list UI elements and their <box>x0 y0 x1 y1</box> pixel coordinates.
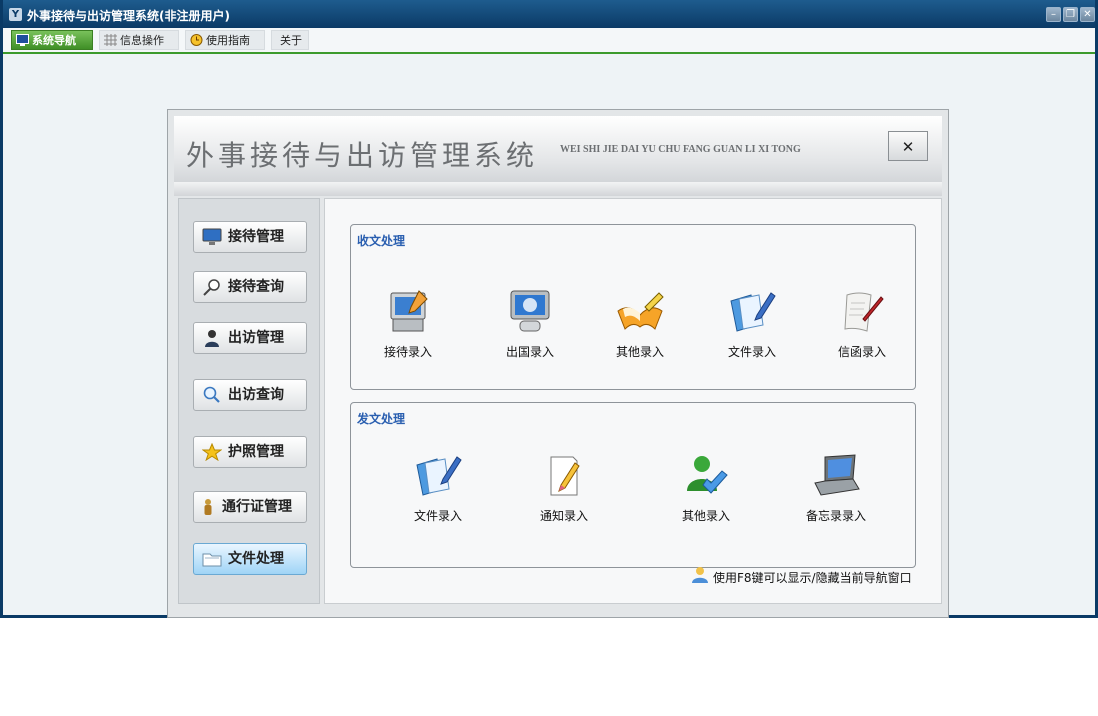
sidebar-item-visit-mgmt[interactable]: 出访管理 <box>193 322 307 354</box>
restore-button[interactable]: ❐ <box>1063 7 1078 22</box>
monitor-icon <box>16 34 29 46</box>
incoming-letter-entry[interactable]: 信函录入 <box>817 287 907 360</box>
computer-edit-icon <box>390 290 428 332</box>
dialog-header: 外事接待与出访管理系统 WEI SHI JIE DAI YU CHU FANG … <box>174 116 942 182</box>
outgoing-memo-entry[interactable]: 备忘录录入 <box>791 451 881 524</box>
tab-label: 使用指南 <box>206 34 250 47</box>
item-label: 文件录入 <box>413 509 462 523</box>
tab-system-nav[interactable]: 系统导航 <box>11 30 93 50</box>
sidebar-item-label: 通行证管理 <box>222 499 292 515</box>
laptop-icon <box>814 454 860 496</box>
close-window-button[interactable]: ✕ <box>1080 7 1095 22</box>
dialog-close-button[interactable]: ✕ <box>888 131 928 161</box>
outgoing-file-entry[interactable]: 文件录入 <box>393 451 483 524</box>
tab-label: 系统导航 <box>32 34 76 47</box>
sidebar-item-permit-mgmt[interactable]: 通行证管理 <box>193 491 307 523</box>
incoming-reception-entry[interactable]: 接待录入 <box>363 287 453 360</box>
open-book-icon <box>617 292 664 330</box>
sidebar-item-label: 出访管理 <box>228 330 284 346</box>
search-icon <box>203 386 220 403</box>
title-bar[interactable]: Y 外事接待与出访管理系统(非注册用户) – ❐ ✕ <box>3 0 1095 28</box>
incoming-file-entry[interactable]: 文件录入 <box>707 287 797 360</box>
window-title: 外事接待与出访管理系统(非注册用户) <box>27 9 230 23</box>
item-label: 其他录入 <box>681 509 730 523</box>
sidebar-item-label: 护照管理 <box>228 444 284 460</box>
menu-bar: 系统导航 信息操作 使用指南 关于 <box>3 28 1095 54</box>
item-label: 出国录入 <box>505 345 554 359</box>
scroll-icon <box>844 292 884 332</box>
incoming-abroad-entry[interactable]: 出国录入 <box>485 287 575 360</box>
star-icon <box>202 443 222 461</box>
document-pen-icon <box>416 456 462 496</box>
tab-about[interactable]: 关于 <box>271 30 309 50</box>
item-label: 接待录入 <box>383 345 432 359</box>
monitor-icon <box>202 228 222 245</box>
incoming-other-entry[interactable]: 其他录入 <box>595 287 685 360</box>
user-icon <box>205 330 219 347</box>
sidebar-item-reception-query[interactable]: 接待查询 <box>193 271 307 303</box>
sidebar-item-label: 文件处理 <box>228 551 284 567</box>
navigation-dialog: 外事接待与出访管理系统 WEI SHI JIE DAI YU CHU FANG … <box>167 109 949 618</box>
clock-icon <box>190 34 203 46</box>
outgoing-notice-entry[interactable]: 通知录入 <box>519 451 609 524</box>
tab-info-ops[interactable]: 信息操作 <box>99 30 179 50</box>
minimize-button[interactable]: – <box>1046 7 1061 22</box>
person-badge-icon <box>204 499 212 515</box>
sidebar-item-file-processing[interactable]: 文件处理 <box>193 543 307 575</box>
monitor-globe-icon <box>510 290 550 332</box>
header-band <box>174 182 942 196</box>
app-icon: Y <box>9 8 22 21</box>
group-title: 发文处理 <box>357 412 406 426</box>
item-label: 备忘录录入 <box>805 509 866 523</box>
hint-text: 使用F8键可以显示/隐藏当前导航窗口 <box>713 571 912 585</box>
item-label: 通知录入 <box>539 509 588 523</box>
user-check-icon <box>687 456 728 494</box>
sidebar: 接待管理 接待查询 出访管理 出访查询 护照管理 通行证管理 文件处理 <box>178 198 320 604</box>
item-label: 文件录入 <box>727 345 776 359</box>
user-info-icon <box>692 567 708 583</box>
outgoing-other-entry[interactable]: 其他录入 <box>661 451 751 524</box>
item-label: 其他录入 <box>615 345 664 359</box>
main-panel: 收文处理 接待录入 出国录入 其他录入 文件录入 信函录入 发文处理 文件录入 … <box>324 198 942 604</box>
folder-icon <box>202 553 222 567</box>
tab-label: 关于 <box>280 34 302 47</box>
sidebar-item-reception-mgmt[interactable]: 接待管理 <box>193 221 307 253</box>
note-pencil-icon <box>550 456 580 496</box>
magnifier-icon <box>203 279 220 296</box>
dialog-title: 外事接待与出访管理系统 <box>186 139 539 172</box>
sidebar-item-visit-query[interactable]: 出访查询 <box>193 379 307 411</box>
sidebar-item-label: 接待查询 <box>228 279 284 295</box>
item-label: 信函录入 <box>837 345 886 359</box>
outgoing-docs-group: 发文处理 文件录入 通知录入 其他录入 备忘录录入 <box>350 402 916 568</box>
sidebar-item-label: 接待管理 <box>228 229 284 245</box>
document-pen-icon <box>730 292 776 332</box>
grid-icon <box>104 34 117 46</box>
tab-user-guide[interactable]: 使用指南 <box>185 30 265 50</box>
tab-label: 信息操作 <box>120 34 164 47</box>
sidebar-item-label: 出访查询 <box>228 387 284 403</box>
incoming-docs-group: 收文处理 接待录入 出国录入 其他录入 文件录入 信函录入 <box>350 224 916 390</box>
dialog-pinyin: WEI SHI JIE DAI YU CHU FANG GUAN LI XI T… <box>560 144 801 155</box>
sidebar-item-passport-mgmt[interactable]: 护照管理 <box>193 436 307 468</box>
group-title: 收文处理 <box>357 234 406 248</box>
